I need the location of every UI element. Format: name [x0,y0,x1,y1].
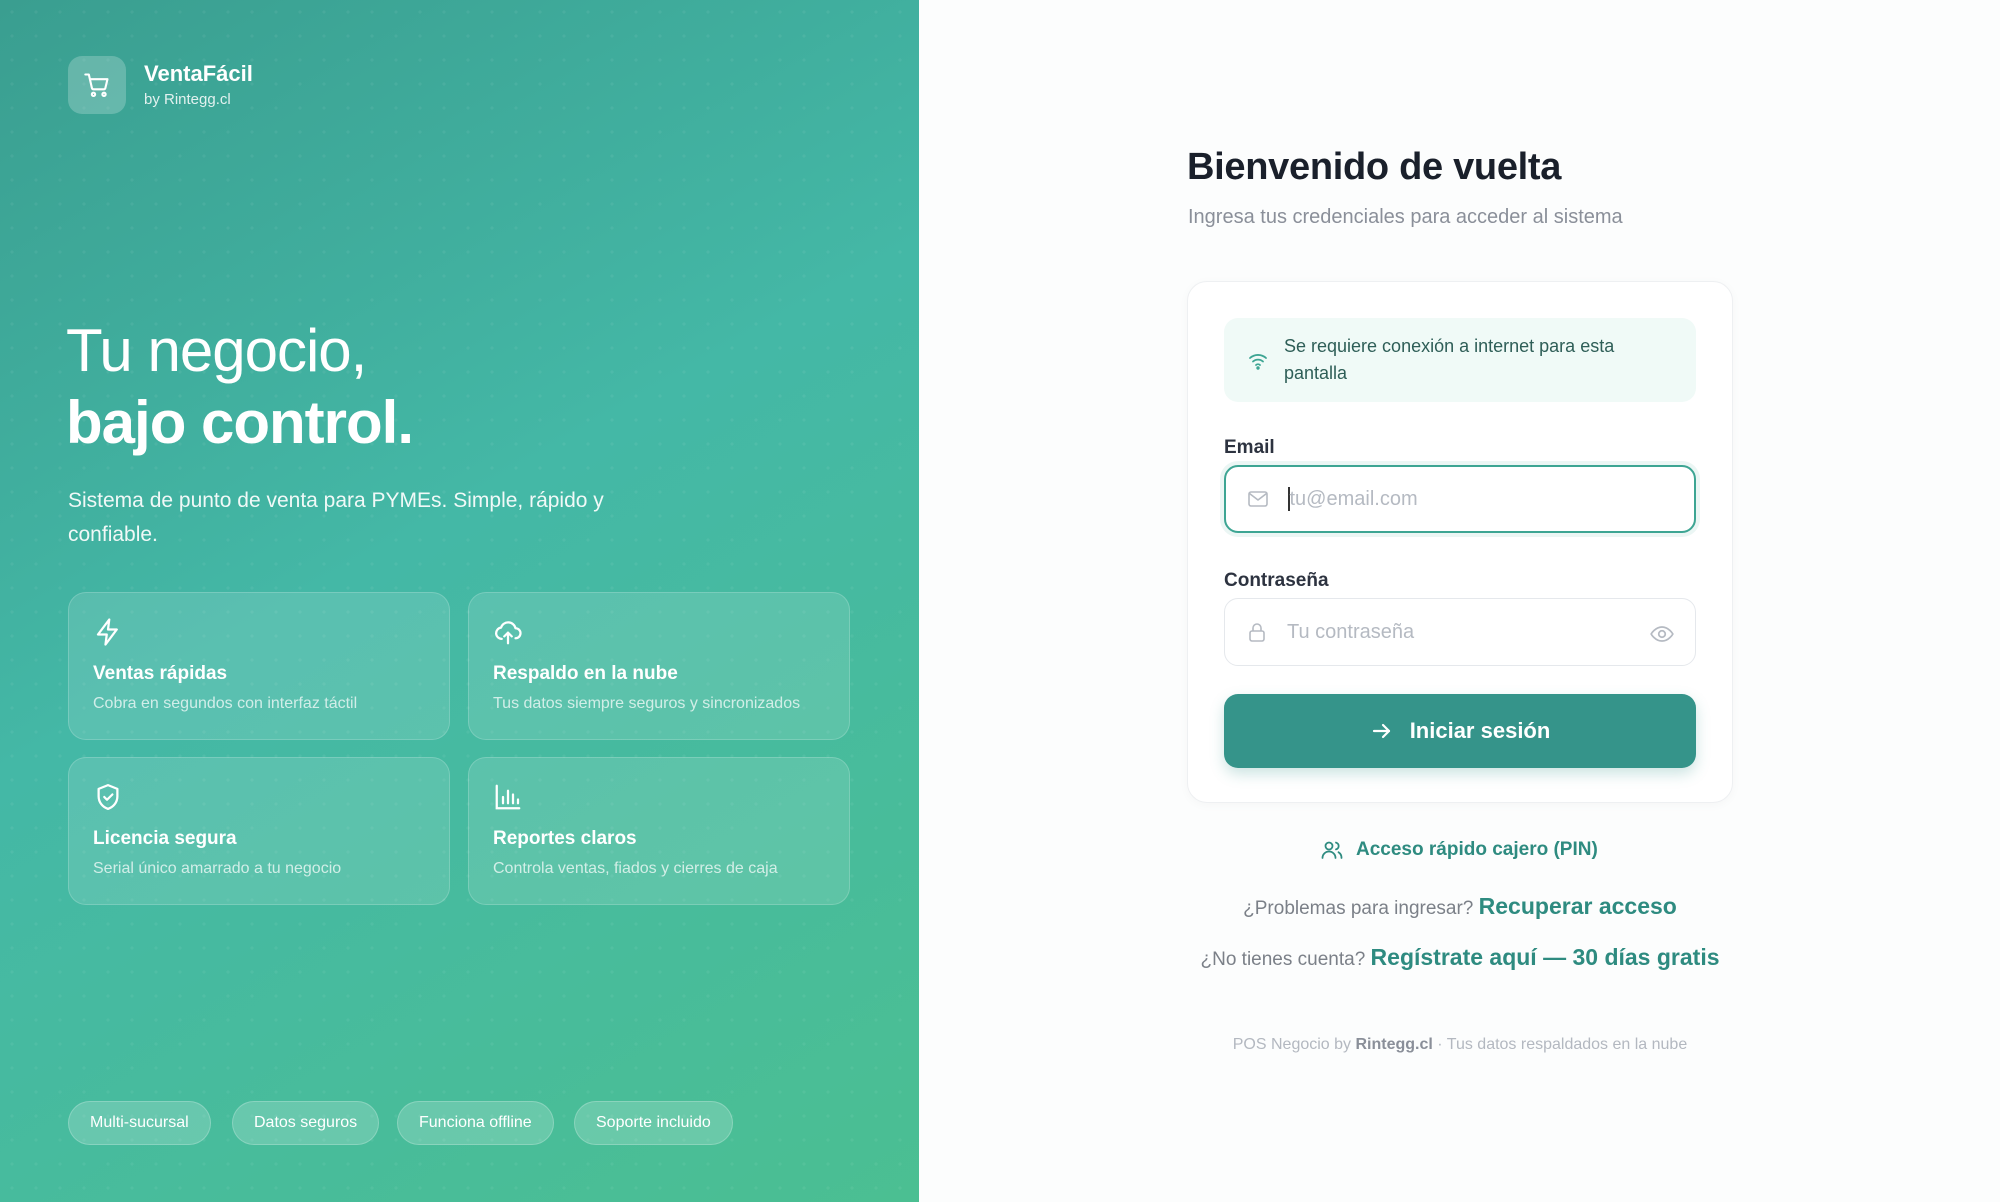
bar-chart-icon [495,784,521,810]
email-field[interactable]: tu@email.com [1224,465,1696,533]
shield-check-icon [97,784,119,810]
footer-brand: Rintegg.cl [1355,1036,1433,1053]
login-card: Se requiere conexión a internet para est… [1187,281,1733,803]
shopping-cart-icon [68,56,126,114]
lock-icon [1249,623,1265,642]
lightning-icon [96,618,118,646]
eye-icon[interactable] [1649,621,1675,647]
brand-name: VentaFácil [144,61,253,86]
login-button-label: Iniciar sesión [1409,718,1551,743]
notice-text: Se requiere conexión a internet para est… [1284,336,1615,383]
register-link[interactable]: Regístrate aquí — 30 días gratis [1371,944,1720,970]
hero-title-line1: Tu negocio, [66,317,367,384]
feature-description: Cobra en segundos con interfaz táctil [93,695,358,712]
chip-funciona-offline: Funciona offline [397,1101,554,1145]
feature-card-respaldo-nube: Respaldo en la nube Tus datos siempre se… [468,592,850,740]
hero-description: Sistema de punto de venta para PYMEs. Si… [68,489,604,546]
feature-description: Serial único amarrado a tu negocio [93,860,342,877]
feature-title: Licencia segura [93,828,237,849]
feature-description: Tus datos siempre seguros y sincronizado… [493,695,801,712]
register-row: ¿No tienes cuenta? Regístrate aquí — 30 … [1187,944,1733,971]
password-label: Contraseña [1224,570,1329,591]
no-account-text: ¿No tienes cuenta? [1200,949,1366,970]
feature-card-ventas-rapidas: Ventas rápidas Cobra en segundos con int… [68,592,450,740]
brand: VentaFácil by Rintegg.cl [68,56,253,114]
email-label: Email [1224,437,1275,458]
chip-datos-seguros: Datos seguros [232,1101,380,1145]
pin-access-link[interactable]: Acceso rápido cajero (PIN) [1320,838,1598,862]
page-title: Bienvenido de vuelta [1187,146,1562,188]
email-placeholder: tu@email.com [1289,487,1418,510]
password-field[interactable]: Tu contraseña [1224,598,1696,666]
feature-card-licencia-segura: Licencia segura Serial único amarrado a … [68,757,450,905]
connection-notice: Se requiere conexión a internet para est… [1224,318,1696,402]
feature-card-reportes-claros: Reportes claros Controla ventas, fiados … [468,757,850,905]
footer-prefix: POS Negocio by [1232,1036,1352,1053]
chip-soporte-incluido: Soporte incluido [574,1101,733,1145]
recover-access-row: ¿Problemas para ingresar? Recuperar acce… [1187,893,1733,920]
problems-text: ¿Problemas para ingresar? [1243,898,1474,919]
chip-multi-sucursal: Multi-sucursal [68,1101,211,1145]
footer-suffix: · Tus datos respaldados en la nube [1437,1036,1688,1053]
brand-subtitle: by Rintegg.cl [144,91,231,108]
arrow-right-icon [1372,723,1390,739]
recover-access-link[interactable]: Recuperar acceso [1479,893,1677,919]
feature-title: Respaldo en la nube [493,663,678,684]
users-icon [1321,841,1343,859]
page-subtitle: Ingresa tus credenciales para acceder al… [1188,206,1623,228]
feature-description: Controla ventas, fiados y cierres de caj… [493,860,778,877]
footer: POS Negocio by Rintegg.cl · Tus datos re… [1187,1036,1733,1054]
mail-icon [1248,491,1268,507]
pin-access-label: Acceso rápido cajero (PIN) [1356,839,1598,860]
wifi-icon [1249,354,1267,370]
feature-title: Reportes claros [493,828,637,849]
hero-title-line2: bajo control. [66,389,414,456]
marketing-panel: VentaFácil by Rintegg.cl Tu negocio, baj… [0,0,919,1202]
cloud-upload-icon [495,621,522,645]
password-placeholder: Tu contraseña [1287,620,1415,643]
feature-title: Ventas rápidas [93,663,228,684]
login-button[interactable]: Iniciar sesión [1224,694,1696,768]
